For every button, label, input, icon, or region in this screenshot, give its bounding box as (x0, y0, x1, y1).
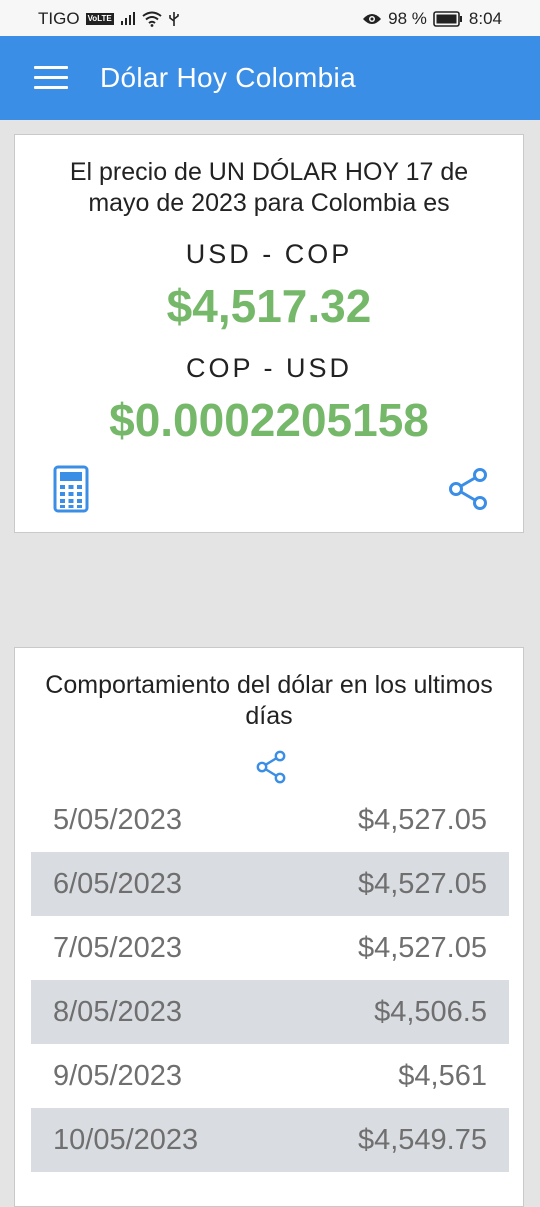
history-row: 5/05/2023 $4,527.05 (31, 788, 509, 852)
history-date: 7/05/2023 (53, 932, 183, 964)
hamburger-menu-icon[interactable] (34, 66, 68, 90)
cop-usd-value: $0.0002205158 (109, 394, 429, 446)
history-card: Comportamiento del dólar en los ultimos … (14, 647, 524, 1207)
history-headline: Comportamiento del dólar en los ultimos … (45, 671, 493, 730)
history-date: 8/05/2023 (53, 996, 183, 1028)
calculator-icon[interactable] (53, 465, 89, 513)
history-date: 10/05/2023 (53, 1124, 199, 1156)
app-bar: Dólar Hoy Colombia (0, 36, 540, 120)
history-row: 8/05/2023 $4,506.5 (31, 980, 509, 1044)
history-share-icon[interactable] (255, 750, 287, 784)
history-value: $4,527.05 (357, 868, 487, 900)
status-bar: TIGO VoLTE 98 % 8:04 (0, 0, 540, 36)
battery-percent: 98 % (388, 9, 427, 28)
clock: 8:04 (468, 9, 502, 28)
battery-icon (433, 11, 462, 27)
history-row: 9/05/2023 $4,561 (31, 1044, 509, 1108)
volte-badge: VoLTE (85, 13, 114, 25)
history-row: 6/05/2023 $4,527.05 (31, 852, 509, 916)
history-date: 6/05/2023 (53, 868, 183, 900)
history-value: $4,549.75 (357, 1124, 487, 1156)
history-value: $4,506.5 (374, 996, 487, 1028)
history-value: $4,527.05 (357, 804, 487, 836)
signal-icon (120, 12, 135, 25)
carrier-label: TIGO (38, 9, 80, 28)
app-title: Dólar Hoy Colombia (100, 62, 356, 93)
rate-card: El precio de UN DÓLAR HOY 17 de mayo de … (14, 134, 524, 533)
history-date: 9/05/2023 (53, 1060, 183, 1092)
wifi-icon (142, 11, 162, 27)
usb-icon (168, 12, 179, 26)
eye-icon (363, 14, 382, 24)
history-value: $4,527.05 (357, 932, 487, 964)
history-date: 5/05/2023 (53, 804, 183, 836)
history-row: 10/05/2023 $4,549.75 (31, 1108, 509, 1172)
usd-cop-value: $4,517.32 (166, 280, 372, 332)
rate-headline: El precio de UN DÓLAR HOY 17 de mayo de … (69, 158, 469, 217)
history-row: 7/05/2023 $4,527.05 (31, 916, 509, 980)
history-value: $4,561 (398, 1060, 487, 1092)
share-icon[interactable] (447, 467, 489, 511)
usd-cop-label: USD - COP (185, 239, 353, 269)
cop-usd-label: COP - USD (185, 353, 353, 383)
